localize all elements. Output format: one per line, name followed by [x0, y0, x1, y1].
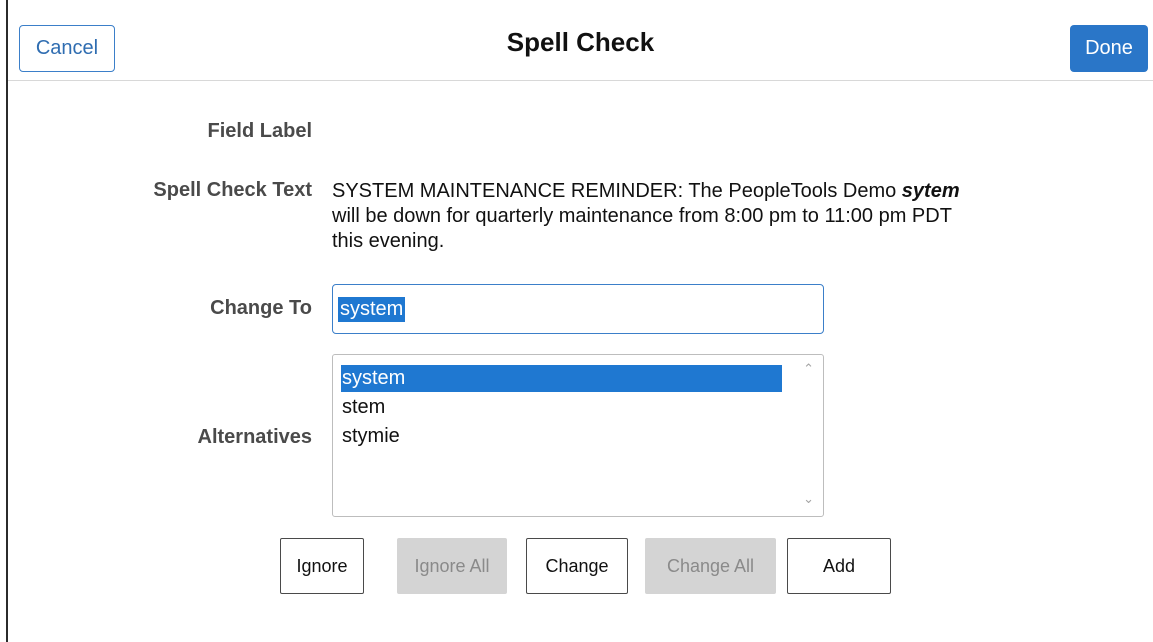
- text-line2: will be down for quarterly maintenance f…: [332, 205, 952, 227]
- alternatives-listbox[interactable]: system stem stymie ⌃ ⌄: [332, 354, 824, 517]
- spell-check-text: SYSTEM MAINTENANCE REMINDER: The PeopleT…: [332, 179, 1122, 254]
- text-line1: SYSTEM MAINTENANCE REMINDER: The PeopleT…: [332, 180, 902, 202]
- field-label-label: Field Label: [207, 120, 312, 142]
- alternative-item[interactable]: stymie: [341, 423, 782, 450]
- scroll-up-icon[interactable]: ⌃: [803, 361, 814, 377]
- dialog-title: Spell Check: [506, 27, 655, 57]
- dialog-header: Cancel Spell Check Done: [8, 0, 1153, 81]
- add-button[interactable]: Add: [787, 538, 891, 594]
- alternative-item[interactable]: system: [341, 365, 782, 392]
- change-button[interactable]: Change: [526, 538, 628, 594]
- change-all-button[interactable]: Change All: [645, 538, 776, 594]
- text-line3: this evening.: [332, 230, 445, 252]
- misspelled-word: sytem: [901, 180, 960, 202]
- scroll-down-icon[interactable]: ⌄: [803, 491, 814, 507]
- change-to-value: system: [338, 297, 406, 322]
- spell-check-dialog: Cancel Spell Check Done Field Label Spel…: [6, 0, 1153, 642]
- alternatives-label: Alternatives: [197, 426, 313, 448]
- done-button[interactable]: Done: [1070, 25, 1148, 72]
- spell-check-text-label: Spell Check Text: [153, 179, 312, 201]
- ignore-all-button[interactable]: Ignore All: [397, 538, 507, 594]
- alternative-item[interactable]: stem: [341, 394, 782, 421]
- change-to-input[interactable]: system: [332, 284, 824, 334]
- change-to-label: Change To: [210, 297, 312, 319]
- ignore-button[interactable]: Ignore: [280, 538, 364, 594]
